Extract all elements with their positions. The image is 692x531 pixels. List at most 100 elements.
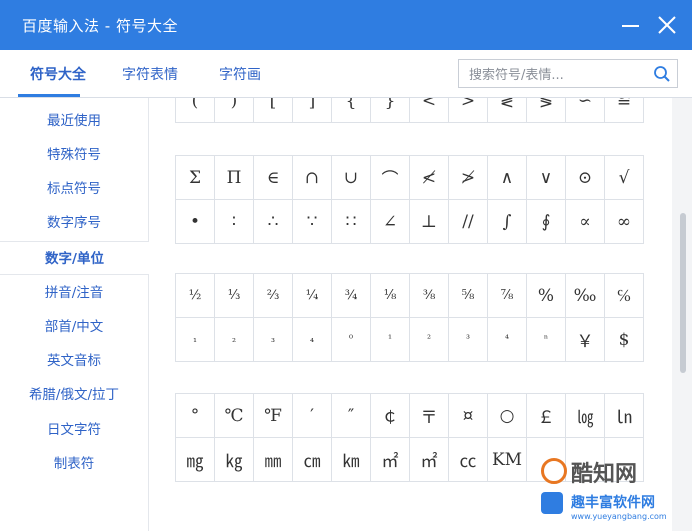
symbol-cell[interactable]: ○ [488, 393, 527, 438]
symbol-cell[interactable]: ₂ [215, 318, 254, 362]
symbol-cell[interactable]: ∞ [605, 200, 644, 244]
minimize-button[interactable] [617, 12, 643, 38]
symbol-cell[interactable]: // [449, 200, 488, 244]
symbol-cell[interactable]: ⅔ [254, 273, 293, 318]
symbol-cell[interactable]: $ [605, 318, 644, 362]
symbol-cell[interactable]: ( [175, 98, 215, 123]
symbol-cell[interactable]: ≶ [527, 98, 566, 123]
symbol-cell[interactable]: ≷ [488, 98, 527, 123]
sidebar-item-radicals[interactable]: 部首/中文 [0, 310, 148, 344]
symbol-cell[interactable]: ∵ [293, 200, 332, 244]
symbol-cell[interactable]: ⁰ [332, 318, 371, 362]
symbol-cell[interactable]: ⅞ [488, 273, 527, 318]
symbol-cell[interactable]: ² [410, 318, 449, 362]
symbol-cell[interactable]: ㎡ [410, 438, 449, 482]
symbol-cell[interactable]: ∈ [254, 155, 293, 200]
symbol-cell[interactable]: ⁴ [488, 318, 527, 362]
symbol-cell[interactable]: 〒 [410, 393, 449, 438]
symbol-cell[interactable]: ≮ [410, 155, 449, 200]
symbol-cell[interactable]: ∮ [527, 200, 566, 244]
vertical-scrollbar[interactable] [672, 98, 692, 531]
symbol-cell[interactable]: ￠ [371, 393, 410, 438]
symbol-cell[interactable] [605, 438, 644, 482]
symbol-cell[interactable]: ¾ [332, 273, 371, 318]
symbol-cell[interactable]: ⁿ [527, 318, 566, 362]
symbol-cell[interactable]: ℃ [215, 393, 254, 438]
symbol-cell[interactable]: ∠ [371, 200, 410, 244]
symbol-cell[interactable]: ㏑ [605, 393, 644, 438]
symbol-cell[interactable]: ≌ [605, 98, 644, 123]
symbol-cell[interactable]: ³ [449, 318, 488, 362]
symbol-cell[interactable]: < [410, 98, 449, 123]
tab-char-art[interactable]: 字符画 [219, 64, 261, 84]
symbol-cell[interactable]: ㎎ [175, 438, 215, 482]
symbol-cell[interactable]: ∝ [566, 200, 605, 244]
symbol-cell[interactable]: ⊥ [410, 200, 449, 244]
symbol-cell[interactable]: ₃ [254, 318, 293, 362]
symbol-cell[interactable]: ㎞ [332, 438, 371, 482]
symbol-cell[interactable]: ℅ [605, 273, 644, 318]
symbol-cell[interactable]: ℉ [254, 393, 293, 438]
symbol-cell[interactable]: ₁ [175, 318, 215, 362]
symbol-cell[interactable]: ₄ [293, 318, 332, 362]
symbol-cell[interactable]: KM [488, 438, 527, 482]
symbol-cell[interactable]: ¹ [371, 318, 410, 362]
symbol-cell[interactable]: ∫ [488, 200, 527, 244]
sidebar-item-phonetic[interactable]: 英文音标 [0, 344, 148, 378]
symbol-cell[interactable]: Π [215, 155, 254, 200]
symbol-cell[interactable]: ∽ [566, 98, 605, 123]
close-button[interactable] [654, 12, 680, 38]
symbol-cell[interactable]: ¼ [293, 273, 332, 318]
symbol-cell[interactable]: ≯ [449, 155, 488, 200]
sidebar-item-math-units[interactable]: 数字/单位 [0, 241, 149, 275]
symbol-cell[interactable]: ∧ [488, 155, 527, 200]
symbol-cell[interactable]: ∴ [254, 200, 293, 244]
tab-symbols[interactable]: 符号大全 [30, 64, 86, 84]
symbol-cell[interactable] [527, 438, 566, 482]
symbol-cell[interactable]: ￡ [527, 393, 566, 438]
symbol-cell[interactable]: ∶ [215, 200, 254, 244]
symbol-cell[interactable]: ⅝ [449, 273, 488, 318]
symbol-cell[interactable]: ) [215, 98, 254, 123]
scrollbar-thumb[interactable] [680, 213, 686, 373]
symbol-cell[interactable]: ㎏ [215, 438, 254, 482]
symbol-cell[interactable]: ㎡ [371, 438, 410, 482]
symbol-cell[interactable]: ] [293, 98, 332, 123]
symbol-cell[interactable]: ⅓ [215, 273, 254, 318]
symbol-cell[interactable]: ⊙ [566, 155, 605, 200]
symbol-cell[interactable]: ￥ [566, 318, 605, 362]
symbol-cell[interactable]: √ [605, 155, 644, 200]
sidebar-item-japanese[interactable]: 日文字符 [0, 413, 148, 447]
symbol-cell[interactable]: ′ [293, 393, 332, 438]
sidebar-item-recent[interactable]: 最近使用 [0, 104, 148, 138]
symbol-cell[interactable]: ㎝ [293, 438, 332, 482]
symbol-cell[interactable]: ∪ [332, 155, 371, 200]
sidebar-item-numbering[interactable]: 数字序号 [0, 206, 148, 240]
search-icon[interactable] [653, 65, 671, 87]
sidebar-item-greek-cyrillic-latin[interactable]: 希腊/俄文/拉丁 [0, 378, 148, 412]
symbol-cell[interactable]: ㎜ [254, 438, 293, 482]
symbol-cell[interactable]: ‰ [566, 273, 605, 318]
symbol-cell[interactable]: ∨ [527, 155, 566, 200]
symbol-cell[interactable]: { [332, 98, 371, 123]
symbol-cell[interactable]: } [371, 98, 410, 123]
sidebar-item-box-drawing[interactable]: 制表符 [0, 447, 148, 481]
symbol-cell[interactable] [566, 438, 605, 482]
symbol-cell[interactable]: ½ [175, 273, 215, 318]
symbol-cell[interactable]: ″ [332, 393, 371, 438]
sidebar-item-special[interactable]: 特殊符号 [0, 138, 148, 172]
symbol-cell[interactable]: ⅜ [410, 273, 449, 318]
symbol-cell[interactable]: ㏒ [566, 393, 605, 438]
symbol-cell[interactable]: > [449, 98, 488, 123]
symbol-cell[interactable]: ∷ [332, 200, 371, 244]
search-input[interactable] [467, 64, 651, 86]
symbol-cell[interactable]: % [527, 273, 566, 318]
symbol-cell[interactable]: ¤ [449, 393, 488, 438]
tab-char-emoticons[interactable]: 字符表情 [122, 64, 178, 84]
symbol-cell[interactable]: ° [175, 393, 215, 438]
sidebar-item-pinyin[interactable]: 拼音/注音 [0, 276, 148, 310]
symbol-cell[interactable]: ⅛ [371, 273, 410, 318]
symbol-cell[interactable]: Σ [175, 155, 215, 200]
sidebar-item-punctuation[interactable]: 标点符号 [0, 172, 148, 206]
symbol-cell[interactable]: [ [254, 98, 293, 123]
